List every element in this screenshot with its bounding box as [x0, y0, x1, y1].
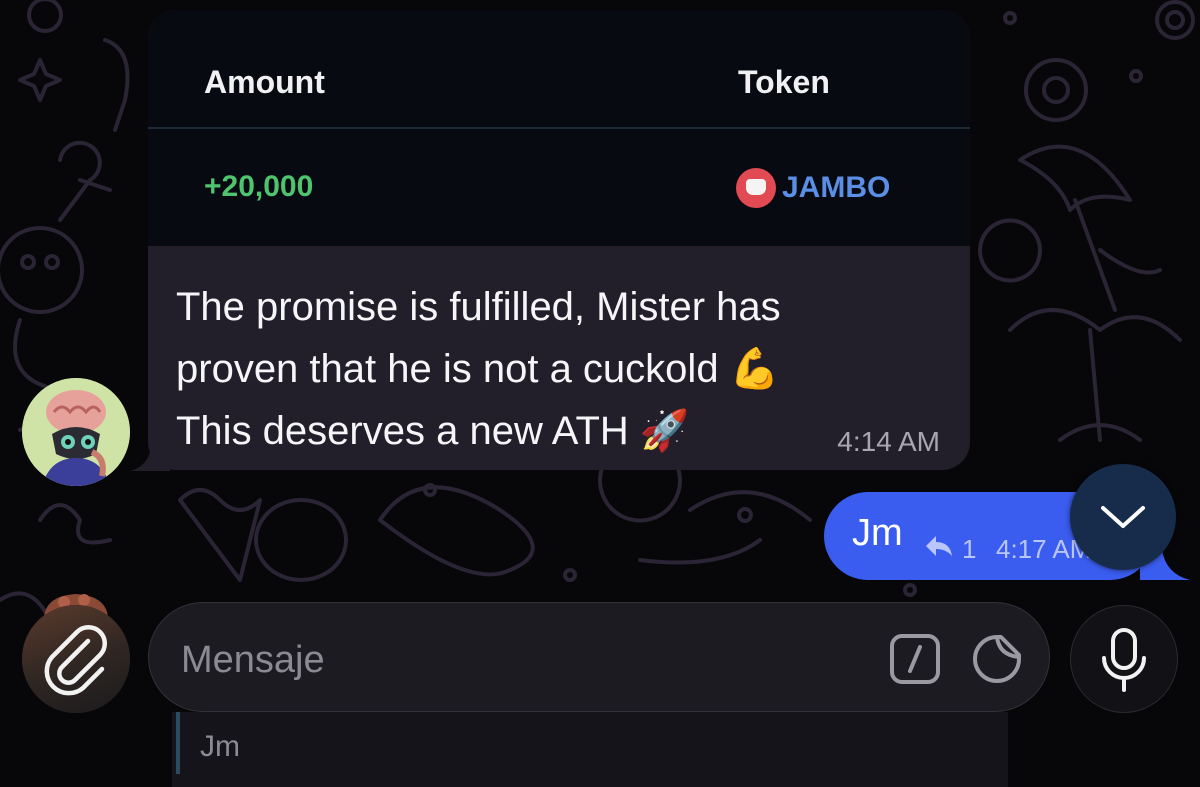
message-line: proven that he is not a cuckold 💪 [176, 347, 780, 391]
table-divider [148, 127, 970, 129]
reply-preview-text: Jm [200, 730, 240, 763]
paperclip-icon [44, 624, 108, 696]
outgoing-message-text: Jm [852, 512, 903, 554]
sender-avatar[interactable] [22, 378, 130, 486]
amount-value: +20,000 [204, 170, 314, 203]
message-input[interactable]: Mensaje [148, 602, 1050, 712]
scroll-to-bottom-button[interactable] [1070, 464, 1176, 570]
microphone-icon [1102, 628, 1146, 692]
message-input-placeholder: Mensaje [181, 639, 325, 681]
message-timestamp: 4:14 AM [837, 426, 940, 457]
message-text: The promise is fulfilled, Mister has pro… [176, 276, 896, 462]
reply-preview[interactable]: Jm [172, 712, 1008, 787]
jambo-token-icon [736, 168, 776, 208]
reply-arrow-icon [926, 536, 952, 556]
chevron-down-icon [1101, 506, 1145, 528]
table-header-amount: Amount [204, 64, 325, 100]
avatar-character-icon [22, 378, 130, 486]
reply-preview-bar [176, 712, 180, 774]
transaction-table: Amount Token +20,000 JAMBO [148, 10, 970, 246]
sticker-icon[interactable] [971, 633, 1023, 685]
message-line: This deserves a new ATH 🚀 [176, 409, 690, 453]
reply-count: 1 [962, 534, 977, 564]
token-name: JAMBO [782, 171, 891, 204]
voice-record-button[interactable] [1070, 605, 1178, 713]
incoming-message-bubble[interactable]: Amount Token +20,000 JAMBO The promise i… [148, 10, 970, 470]
attach-button[interactable] [22, 605, 130, 713]
table-header-token: Token [738, 64, 830, 100]
token-cell: JAMBO [736, 168, 890, 208]
message-line: The promise is fulfilled, Mister has [176, 285, 781, 329]
slash-command-icon[interactable] [889, 633, 941, 685]
